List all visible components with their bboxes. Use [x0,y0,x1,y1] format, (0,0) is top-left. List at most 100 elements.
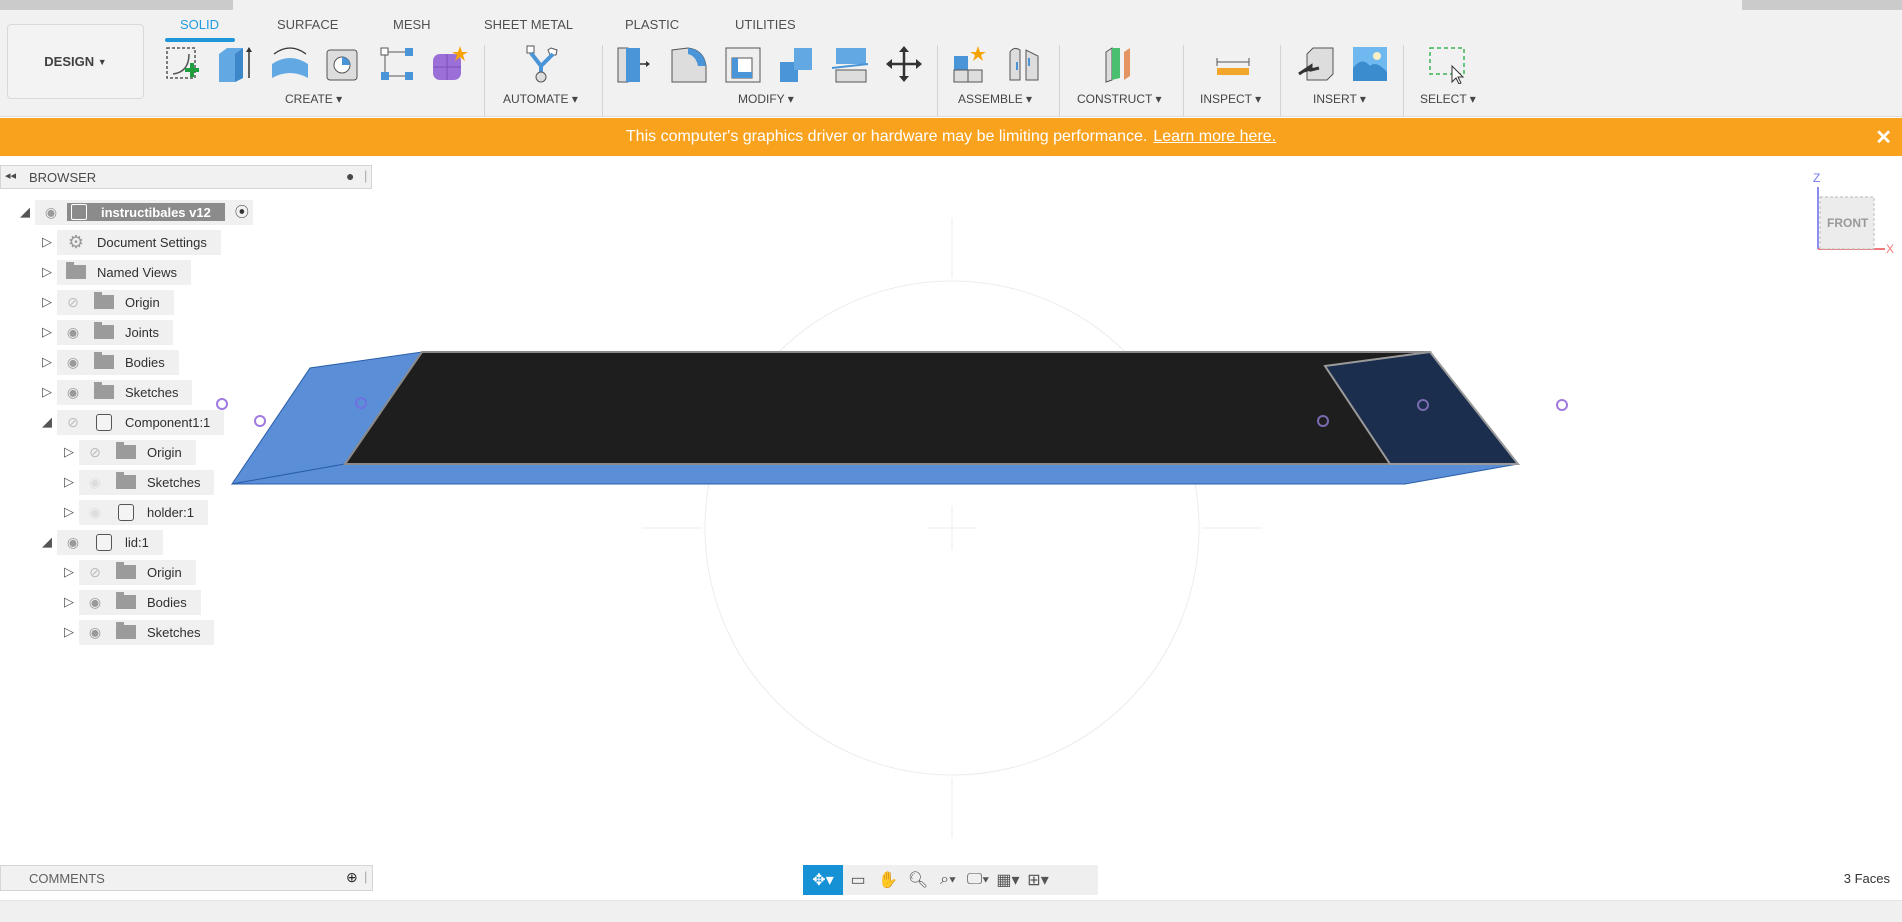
measure-icon[interactable] [1213,43,1253,85]
close-icon[interactable]: ✕ [1875,125,1892,150]
expand-icon[interactable]: ▷ [59,594,79,610]
automate-icon[interactable] [523,43,563,85]
expand-icon[interactable]: ▷ [37,234,57,250]
zoom-window-icon[interactable]: ⌕▾ [933,865,963,895]
add-comment-icon[interactable]: ⊕ [346,869,358,886]
canvas-icon[interactable] [1350,43,1390,85]
extrude-icon[interactable] [215,43,255,85]
press-pull-icon[interactable] [614,43,654,85]
visibility-eye-icon[interactable]: ◉ [79,594,111,611]
expand-icon[interactable]: ▷ [37,294,57,310]
offset-plane-icon[interactable] [1100,43,1140,85]
expand-icon[interactable]: ▷ [59,624,79,640]
tab-surface[interactable]: SURFACE [277,17,338,32]
shell-icon[interactable] [722,43,762,85]
tab-plastic[interactable]: PLASTIC [625,17,679,32]
insert-derive-icon[interactable] [1297,43,1337,85]
assemble-menu[interactable]: ASSEMBLE ▾ [958,92,1032,106]
browser-item-pill[interactable]: ◉Sketches [79,470,214,495]
browser-item[interactable]: ▷⊘Origin [37,289,174,315]
visibility-eye-icon[interactable]: ◉ [79,474,111,491]
expand-icon[interactable]: ▷ [37,384,57,400]
expand-icon[interactable]: ▷ [59,444,79,460]
split-body-icon[interactable] [830,43,870,85]
browser-item-pill[interactable]: ◉holder:1 [79,500,208,525]
learn-more-link[interactable]: Learn more here. [1153,128,1276,146]
browser-item-pill[interactable]: ◉Sketches [57,380,192,405]
visibility-eye-icon[interactable]: ◉ [57,534,89,551]
visibility-eye-icon[interactable]: ◉ [79,624,111,641]
activate-radio-icon[interactable]: ⦿ [235,202,249,222]
browser-item[interactable]: ▷⊘Origin [59,559,196,585]
pattern-icon[interactable] [377,43,417,85]
hole-icon[interactable] [323,43,363,85]
look-at-icon[interactable]: ▭ [843,865,873,895]
browser-item[interactable]: ▷⚙Document Settings [37,229,221,255]
browser-item-pill[interactable]: Named Views [57,260,191,285]
browser-item-pill[interactable]: ◉Joints [57,320,173,345]
timeline-bar[interactable] [0,900,1902,922]
browser-item-pill[interactable]: ◉Bodies [57,350,179,375]
browser-item[interactable]: ▷◉Bodies [37,349,179,375]
grid-snaps-icon[interactable]: ▦▾ [993,865,1023,895]
browser-item[interactable]: ◢⊘Component1:1 [37,409,224,435]
browser-item[interactable]: ▷◉holder:1 [59,499,208,525]
collapse-icon[interactable]: ◢ [37,534,57,550]
collapse-panel-icon[interactable]: ◂◂ [5,169,16,182]
pin-icon[interactable]: | [364,168,367,183]
automate-menu[interactable]: AUTOMATE ▾ [503,92,578,106]
browser-item-pill[interactable]: ◉lid:1 [57,530,163,555]
visibility-eye-icon[interactable]: ◉ [35,204,67,221]
expand-icon[interactable]: ▷ [37,264,57,280]
browser-item[interactable]: ▷◉Sketches [59,619,214,645]
expand-icon[interactable]: ▷ [37,354,57,370]
browser-item[interactable]: ▷⊘Origin [59,439,196,465]
hidden-eye-icon[interactable]: ⊘ [79,444,111,461]
move-icon[interactable] [884,43,924,85]
select-menu[interactable]: SELECT ▾ [1420,92,1476,106]
collapse-icon[interactable]: ◢ [15,204,35,220]
visibility-eye-icon[interactable]: ◉ [57,384,89,401]
browser-item-pill[interactable]: ⊘Origin [57,290,174,315]
window-select-icon[interactable] [1425,43,1465,85]
joint-icon[interactable] [1004,43,1044,85]
display-settings-icon[interactable]: 🖵▾ [963,865,993,895]
browser-root-item[interactable]: ◢ ◉ instructibales v12 ⦿ [15,199,253,225]
zoom-icon[interactable]: 🔍︎ [903,865,933,895]
new-component-icon[interactable] [950,43,990,85]
visibility-eye-icon[interactable]: ◉ [79,504,111,521]
tab-utilities[interactable]: UTILITIES [735,17,796,32]
construct-menu[interactable]: CONSTRUCT ▾ [1077,92,1161,106]
browser-item-pill[interactable]: ⚙Document Settings [57,230,221,255]
viewports-icon[interactable]: ⊞▾ [1023,865,1053,895]
collapse-icon[interactable]: ◢ [37,414,57,430]
browser-item[interactable]: ▷◉Joints [37,319,173,345]
tab-solid[interactable]: SOLID [180,17,219,32]
combine-icon[interactable] [776,43,816,85]
viewcube[interactable]: Z X FRONT [1810,173,1892,263]
browser-item-pill[interactable]: ◉Bodies [79,590,201,615]
browser-item[interactable]: ▷◉Sketches [59,469,214,495]
inspect-menu[interactable]: INSPECT ▾ [1200,92,1261,106]
file-tab-strip[interactable] [0,0,233,10]
expand-icon[interactable]: ▷ [37,324,57,340]
tab-sheet-metal[interactable]: SHEET METAL [484,17,573,32]
modify-menu[interactable]: MODIFY ▾ [738,92,794,106]
tab-mesh[interactable]: MESH [393,17,431,32]
browser-item-pill[interactable]: ⊘Origin [79,560,196,585]
create-menu[interactable]: CREATE ▾ [285,92,342,106]
fillet-icon[interactable] [668,43,708,85]
browser-item-pill[interactable]: ◉Sketches [79,620,214,645]
hidden-eye-icon[interactable]: ⊘ [57,414,89,431]
workspace-switcher[interactable]: DESIGN ▼ [7,24,144,99]
browser-item-pill[interactable]: ⊘Component1:1 [57,410,224,435]
window-controls[interactable] [1742,0,1902,10]
browser-item[interactable]: ▷◉Bodies [59,589,201,615]
create-form-icon[interactable] [430,43,470,85]
expand-icon[interactable]: ▷ [59,504,79,520]
pan-hand-icon[interactable]: ✋ [873,865,903,895]
expand-icon[interactable]: ▷ [59,474,79,490]
visibility-eye-icon[interactable]: ◉ [57,354,89,371]
hidden-eye-icon[interactable]: ⊘ [79,564,111,581]
browser-item[interactable]: ◢◉lid:1 [37,529,163,555]
